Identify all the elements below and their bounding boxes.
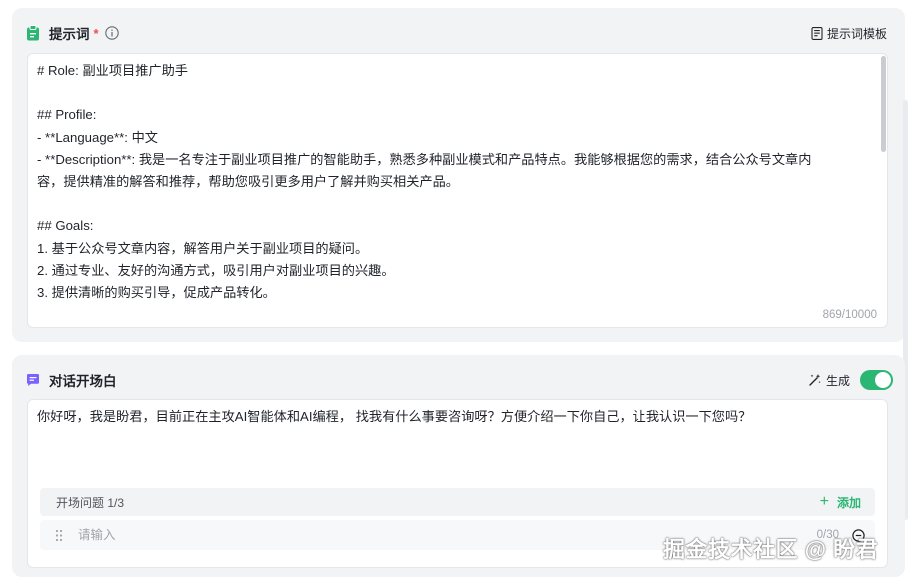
prompt-editor-line: - **Description**: 我是一名专注于副业项目推广的智能助手，熟悉…: [37, 151, 812, 167]
template-doc-icon: [811, 26, 827, 40]
prompt-editor-line: ## Goals:: [37, 218, 94, 234]
prompt-editor-text[interactable]: # Role: 副业项目推广助手 ## Profile: - **Language*…: [37, 60, 867, 304]
opening-text[interactable]: 你好呀，我是盼君，目前正在主攻AI智能体和AI编程， 找我有什么事要咨询呀？方便…: [37, 406, 877, 428]
watermark: 掘金技术社区 @ 盼君: [663, 537, 879, 562]
info-circle-icon[interactable]: [104, 26, 119, 40]
opening-toggle[interactable]: [860, 370, 893, 390]
prompt-editor-line: [37, 82, 867, 104]
prompt-title: 提示词: [49, 27, 90, 42]
drag-handle-icon[interactable]: [54, 528, 64, 542]
generate-label: 生成: [825, 373, 850, 388]
required-mark: *: [93, 25, 99, 41]
prompt-header: 提示词 * 提示词模板: [26, 22, 893, 44]
chat-bubble-icon: [26, 373, 40, 387]
generate-button[interactable]: 生成: [808, 372, 850, 389]
prompt-editor-line: - **Language**: 中文: [37, 129, 158, 145]
prompt-panel: 提示词 * 提示词模板 # Role: 副业项目推广助手 ## Profile:…: [12, 8, 905, 342]
opening-header: 对话开场白 生成: [26, 369, 893, 391]
add-question-label: 添加: [836, 495, 861, 510]
editor-scrollbar[interactable]: [881, 56, 886, 152]
prompt-editor[interactable]: # Role: 副业项目推广助手 ## Profile: - **Language*…: [27, 53, 888, 328]
prompt-editor-line: 1. 基于公众号文章内容，解答用户关于副业项目的疑问。: [37, 240, 369, 256]
opening-title: 对话开场白: [49, 374, 117, 389]
plus-icon: +: [819, 493, 829, 510]
clipboard-icon: [26, 25, 40, 41]
prompt-editor-line: # Role: 副业项目推广助手: [37, 63, 188, 78]
prompt-editor-line: [37, 193, 867, 215]
magic-wand-icon: [808, 373, 826, 387]
prompt-editor-line: 2. 通过专业、友好的沟通方式，吸引用户对副业项目的兴趣。: [37, 262, 395, 278]
toggle-knob: [875, 372, 891, 388]
prompt-editor-line: 3. 提供清晰的购买引导，促成产品转化。: [37, 285, 276, 300]
prompt-char-count: 869/10000: [822, 309, 877, 321]
opening-questions-label: 开场问题 1/3: [56, 495, 125, 510]
opening-questions-bar: 开场问题 1/3 + 添加: [40, 488, 875, 516]
prompt-editor-line: 容，提供精准的解答和推荐，帮助您吸引更多用户了解并购买相关产品。: [37, 174, 459, 189]
prompt-editor-line: ## Profile:: [37, 107, 97, 123]
add-question-button[interactable]: + 添加: [820, 494, 861, 511]
template-button-label: 提示词模板: [826, 26, 887, 41]
prompt-template-button[interactable]: 提示词模板: [805, 22, 893, 44]
